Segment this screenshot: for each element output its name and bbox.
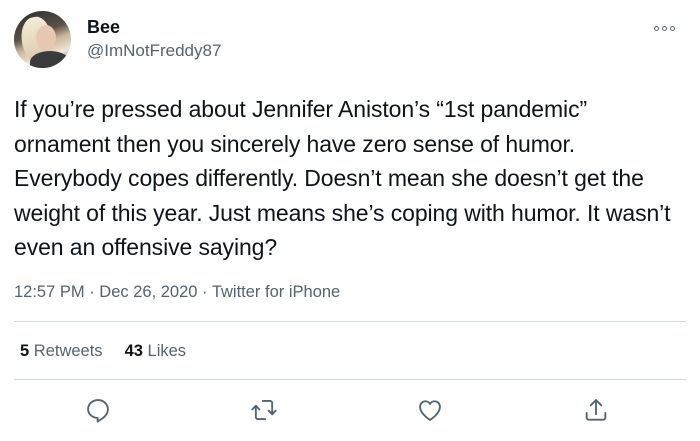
avatar[interactable] — [14, 11, 71, 68]
retweets-label: Retweets — [33, 342, 103, 360]
tweet-metadata: 12:57 PM · Dec 26, 2020 · Twitter for iP… — [14, 283, 340, 302]
like-button[interactable] — [416, 396, 444, 424]
divider — [14, 321, 686, 322]
tweet-source[interactable]: Twitter for iPhone — [212, 283, 340, 301]
more-dot — [662, 25, 667, 31]
tweet-time[interactable]: 12:57 PM — [14, 283, 85, 301]
user-handle[interactable]: @ImNotFreddy87 — [87, 41, 221, 61]
avatar-shoulder — [30, 51, 70, 68]
meta-separator: · — [197, 283, 212, 301]
display-name[interactable]: Bee — [87, 17, 120, 38]
reply-bubble-icon — [87, 399, 109, 423]
divider — [14, 379, 686, 380]
share-button[interactable] — [582, 396, 610, 424]
likes-label: Likes — [147, 342, 187, 360]
share-icon — [585, 399, 607, 421]
retweet-icon — [251, 399, 277, 421]
tweet-text: If you’re pressed about Jennifer Aniston… — [14, 96, 671, 260]
engagement-stats: 5 Retweets 43 Likes — [20, 342, 186, 361]
more-dot — [670, 25, 675, 31]
more-dot — [654, 25, 659, 31]
heart-icon — [419, 400, 441, 421]
meta-separator: · — [84, 283, 100, 301]
more-horizontal-icon[interactable] — [654, 21, 680, 35]
retweet-button[interactable] — [250, 396, 278, 424]
tweet-date[interactable]: Dec 26, 2020 — [99, 283, 197, 301]
avatar-face — [36, 25, 56, 51]
likes-stat[interactable]: 43 Likes — [125, 342, 186, 361]
tweet-card: Bee @ImNotFreddy87 If you’re pressed abo… — [0, 0, 700, 441]
reply-button[interactable] — [84, 396, 112, 424]
retweets-count: 5 — [20, 342, 30, 360]
likes-count: 43 — [124, 342, 143, 360]
action-bar — [0, 390, 700, 430]
retweets-stat[interactable]: 5 Retweets — [20, 342, 103, 361]
